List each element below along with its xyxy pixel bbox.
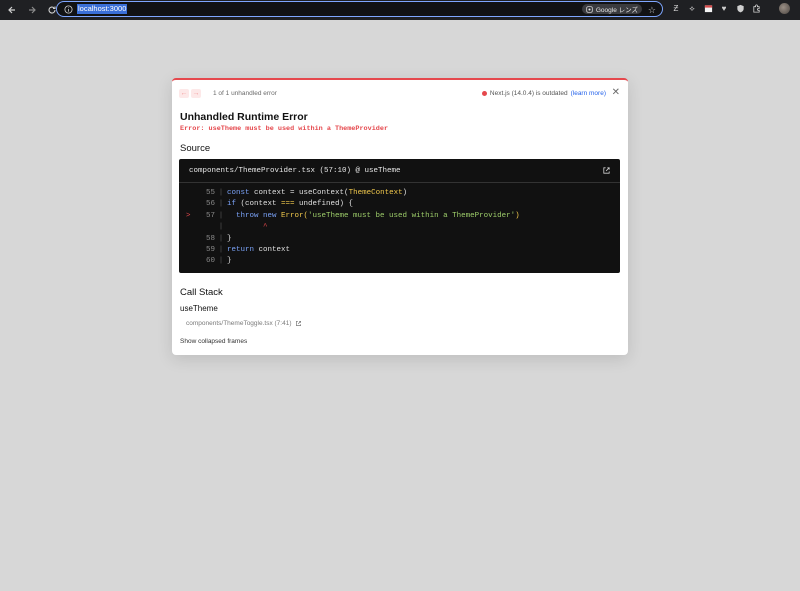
line-marker: [186, 199, 197, 210]
code-line-59: 59 | return context: [186, 245, 520, 256]
code-token: context: [249, 189, 291, 197]
outdated-status-dot: [481, 91, 487, 96]
code-line-60: 60 | }: [186, 256, 520, 267]
line-number: 59: [205, 245, 215, 254]
browser-toolbar: localhost:3000 Google レンズ ☆ Ƶ ⟡ ♥ ⋮: [0, 0, 800, 20]
code-token: context: [254, 245, 291, 254]
code-token: (context: [236, 200, 282, 209]
gutter-bar: |: [218, 211, 224, 220]
line-number: 57: [205, 211, 215, 220]
extension-heart-icon[interactable]: ♥: [719, 4, 729, 14]
code-token: undefined) {: [294, 200, 354, 209]
source-heading: Source: [180, 143, 211, 154]
profile-avatar[interactable]: [779, 3, 790, 14]
code-token: useContext(: [294, 189, 349, 197]
line-marker: [186, 222, 197, 233]
code-token: if: [227, 200, 237, 209]
google-lens-button[interactable]: Google レンズ: [581, 4, 642, 14]
back-icon[interactable]: [4, 2, 20, 18]
code-token: ThemeContext: [348, 189, 403, 197]
error-overlay-dialog: ← → 1 of 1 unhandled error Next.js (14.0…: [172, 78, 628, 355]
extensions-puzzle-icon[interactable]: [751, 4, 761, 14]
line-number: 56: [205, 200, 215, 209]
code-token: Error(: [276, 211, 309, 220]
source-code-frame: components/ThemeProvider.tsx (57:10) @ u…: [179, 159, 620, 273]
line-marker: [186, 234, 197, 245]
lens-icon: [586, 5, 593, 13]
error-message: Error: useTheme must be used within a Th…: [180, 125, 389, 133]
code-line-55: 55 | const context = useContext(ThemeCon…: [186, 188, 520, 199]
gutter-bar: |: [218, 200, 224, 209]
line-number: [197, 222, 215, 233]
error-count: 1 of 1 unhandled error: [213, 90, 277, 97]
code-token: return: [227, 245, 255, 254]
code-token: const: [227, 189, 250, 197]
gutter-bar: |: [218, 245, 224, 254]
code-token: ===: [281, 200, 295, 209]
browser-menu-icon[interactable]: ⋮: [796, 3, 800, 14]
code-token: 'useTheme must be used within a ThemePro…: [308, 211, 516, 220]
next-error-button[interactable]: →: [191, 89, 201, 98]
extension-calendar-icon[interactable]: [703, 4, 713, 14]
code-token: }: [227, 234, 232, 243]
gutter-bar: |: [218, 234, 224, 243]
code-token: ): [515, 211, 520, 220]
site-info-icon[interactable]: [63, 4, 73, 14]
extensions-area: Ƶ ⟡ ♥ ⋮: [671, 3, 800, 14]
dialog-header: ← → 1 of 1 unhandled error Next.js (14.0…: [172, 80, 628, 108]
code-token: new: [258, 211, 277, 220]
line-marker: [186, 256, 197, 267]
forward-icon[interactable]: [24, 2, 40, 18]
show-collapsed-frames-button[interactable]: Show collapsed frames: [180, 338, 247, 345]
error-title: Unhandled Runtime Error: [180, 111, 308, 123]
gutter-bar: |: [218, 189, 224, 197]
bookmark-star-icon[interactable]: ☆: [648, 4, 656, 16]
toolbar-divider: [767, 4, 773, 14]
address-bar[interactable]: localhost:3000 Google レンズ ☆: [56, 1, 663, 17]
error-line-marker: >: [186, 211, 191, 220]
gutter-bar: |: [218, 257, 224, 266]
line-number: 60: [205, 257, 215, 266]
code-token: }: [227, 257, 232, 266]
version-text: Next.js (14.0.4) is outdated: [489, 90, 568, 97]
stack-frame-name: useTheme: [180, 304, 218, 313]
extension-shield-icon[interactable]: [735, 4, 745, 14]
code-line-56: 56 | if (context === undefined) {: [186, 199, 520, 210]
call-stack-heading: Call Stack: [180, 287, 223, 298]
version-indicator: Next.js (14.0.4) is outdated (learn more…: [481, 90, 606, 97]
line-number: 55: [205, 189, 215, 197]
code-divider: [179, 182, 620, 183]
gutter-bar: |: [218, 223, 224, 232]
code-line-58: 58 | }: [186, 234, 520, 245]
stack-frame-link[interactable]: components/ThemeToggle.tsx (7:41): [186, 320, 302, 327]
extension-translate-icon[interactable]: ⟡: [687, 4, 697, 14]
line-marker: [186, 245, 197, 256]
code-token: throw: [227, 211, 259, 220]
open-in-editor-icon[interactable]: [602, 166, 611, 175]
code-token: ): [402, 189, 408, 197]
line-marker: [186, 188, 197, 199]
learn-more-link[interactable]: (learn more): [571, 90, 606, 97]
line-number: 58: [205, 234, 215, 243]
stack-frame-file[interactable]: components/ThemeToggle.tsx (7:41): [186, 320, 292, 327]
source-file-path[interactable]: components/ThemeProvider.tsx (57:10) @ u…: [189, 167, 401, 175]
code-line-57-error: > 57 | throw new Error('useTheme must be…: [186, 211, 520, 222]
url-text[interactable]: localhost:3000: [77, 4, 128, 14]
lens-label: Google レンズ: [595, 7, 638, 14]
close-icon[interactable]: ✕: [612, 88, 620, 98]
error-caret: ^: [227, 223, 268, 232]
error-pager: ← →: [179, 89, 201, 98]
code-caret-line: | ^: [186, 222, 520, 233]
open-external-icon[interactable]: [295, 320, 302, 327]
extension-z-icon[interactable]: Ƶ: [671, 4, 681, 14]
previous-error-button[interactable]: ←: [179, 89, 189, 98]
code-lines: 55 | const context = useContext(ThemeCon…: [186, 188, 520, 268]
